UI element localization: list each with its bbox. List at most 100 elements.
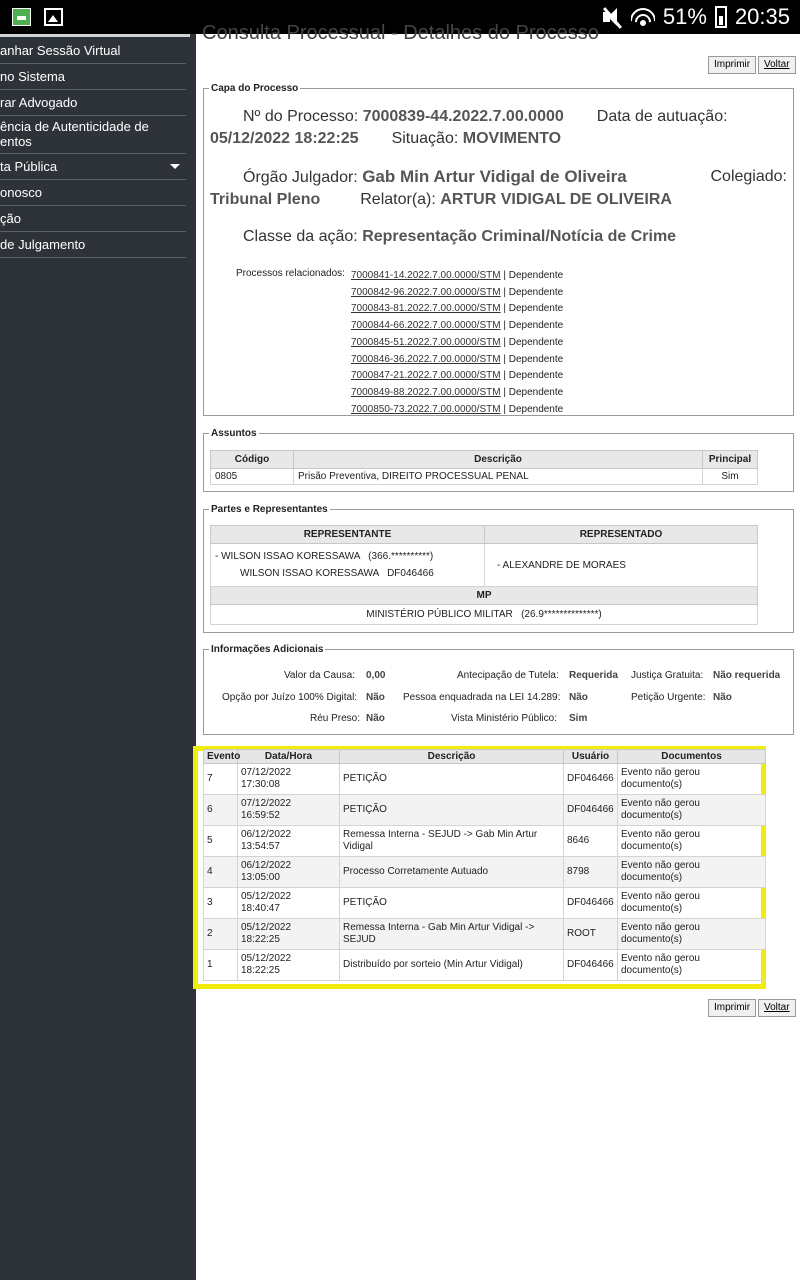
evento-data-hora: 07/12/2022 16:59:52: [237, 794, 340, 826]
evento-data-hora: 05/12/2022 18:22:25: [237, 918, 340, 950]
table-row: 3 05/12/2022 18:40:47 PETIÇÃO DF046466 Event…: [203, 887, 766, 919]
table-row: 6 07/12/2022 16:59:52 PETIÇÃO DF046466 Event…: [203, 794, 766, 826]
col-codigo: Código: [210, 450, 294, 469]
col-descricao: Descrição: [339, 749, 564, 764]
vista-mp-value: Sim: [569, 713, 588, 724]
processo-relacionado-tipo: | Dependente: [503, 353, 564, 365]
processo-relacionado-link[interactable]: 7000844-66.2022.7.00.0000/STM: [351, 320, 501, 331]
sidebar-item-consulta-publica[interactable]: ta Pública: [0, 154, 186, 180]
sidebar-item-conosco[interactable]: onosco: [0, 180, 186, 206]
assunto-descricao: Prisão Preventiva, DIREITO PROCESSUAL PE…: [293, 468, 703, 485]
evento-descricao: PETIÇÃO: [339, 763, 564, 795]
mp-header: MP: [210, 586, 758, 605]
processos-relacionados-list: 7000841-14.2022.7.00.0000/STM | Dependen…: [351, 268, 563, 418]
table-row: 1 05/12/2022 18:22:25 Distribuído por sort…: [203, 949, 766, 981]
vista-mp-label: Vista Ministério Público:: [451, 713, 557, 724]
representante-header: REPRESENTANTE: [210, 525, 485, 544]
sidebar-item-sistema[interactable]: no Sistema: [0, 64, 186, 90]
list-item: 7000849-88.2022.7.00.0000/STM | Dependen…: [351, 385, 563, 402]
list-item: 7000842-96.2022.7.00.0000/STM | Dependen…: [351, 285, 563, 302]
processo-relacionado-link[interactable]: 7000842-96.2022.7.00.0000/STM: [351, 287, 501, 298]
evento-descricao: Remessa Interna - Gab Min Artur Vidigal …: [339, 918, 564, 950]
evento-descricao: Distribuído por sorteio (Min Artur Vidig…: [339, 949, 564, 981]
processo-relacionado-link[interactable]: 7000850-73.2022.7.00.0000/STM: [351, 404, 501, 415]
back-button-bottom[interactable]: Voltar: [758, 999, 796, 1017]
reu-preso-label: Réu Preso:: [310, 713, 361, 724]
evento-numero: 4: [203, 856, 238, 888]
processo-relacionado-link[interactable]: 7000849-88.2022.7.00.0000/STM: [351, 387, 501, 398]
table-row: 7 07/12/2022 17:30:08 PETIÇÃO DF046466 Event…: [203, 763, 766, 795]
col-principal: Principal: [702, 450, 758, 469]
processo-relacionado-link[interactable]: 7000843-81.2022.7.00.0000/STM: [351, 303, 501, 314]
evento-documentos: Evento não gerou documento(s): [617, 856, 766, 888]
evento-data-hora: 05/12/2022 18:22:25: [237, 949, 340, 981]
juizo-digital-value: Não: [366, 692, 385, 703]
evento-documentos: Evento não gerou documento(s): [617, 825, 766, 857]
battery-percent: 51%: [662, 4, 707, 29]
evento-documentos: Evento não gerou documento(s): [617, 794, 766, 826]
evento-usuario: 8798: [563, 856, 618, 888]
tutela-value: Requerida: [569, 670, 618, 681]
evento-usuario: ROOT: [563, 918, 618, 950]
mute-icon: [601, 7, 623, 29]
evento-documentos: Evento não gerou documento(s): [617, 887, 766, 919]
evento-numero: 2: [203, 918, 238, 950]
peticao-urgente-value: Não: [713, 692, 732, 703]
sidebar-item-autenticidade[interactable]: ência de Autenticidade de entos: [0, 116, 186, 154]
evento-usuario: DF046466: [563, 763, 618, 795]
sidebar: anhar Sessão Virtual no Sistema rar Advo…: [0, 34, 196, 1280]
processo-relacionado-link[interactable]: 7000845-51.2022.7.00.0000/STM: [351, 337, 501, 348]
processo-relacionado-tipo: | Dependente: [503, 336, 564, 348]
assunto-principal: Sim: [702, 468, 758, 485]
evento-data-hora: 06/12/2022 13:05:00: [237, 856, 340, 888]
juizo-digital-label: Opção por Juízo 100% Digital:: [222, 692, 358, 703]
col-usuario: Usuário: [563, 749, 618, 764]
processo-relacionado-link[interactable]: 7000847-21.2022.7.00.0000/STM: [351, 370, 501, 381]
table-row: 2 05/12/2022 18:22:25 Remessa Interna - Ga…: [203, 918, 766, 950]
reu-preso-value: Não: [366, 713, 385, 724]
representado-header: REPRESENTADO: [484, 525, 758, 544]
sidebar-item-julgamento[interactable]: de Julgamento: [0, 232, 186, 258]
assuntos-table: Código Descrição Principal 0805 Prisão P…: [210, 450, 758, 485]
lei-14289-value: Não: [569, 692, 588, 703]
evento-usuario: DF046466: [563, 949, 618, 981]
list-item: 7000844-66.2022.7.00.0000/STM | Dependen…: [351, 318, 563, 335]
evento-usuario: 8646: [563, 825, 618, 857]
sidebar-item-advogado[interactable]: rar Advogado: [0, 90, 186, 116]
print-button-top[interactable]: Imprimir: [708, 56, 757, 74]
print-button-bottom[interactable]: Imprimir: [708, 999, 757, 1017]
table-row: 4 06/12/2022 13:05:00 Processo Corretament…: [203, 856, 766, 888]
capa-line-5: Classe da ação: Representação Criminal/N…: [243, 228, 677, 245]
partes-fieldset: Partes e Representantes REPRESENTANTE RE…: [203, 504, 794, 633]
justica-gratuita-value: Não requerida: [713, 670, 781, 681]
mp-cell: MINISTÉRIO PÚBLICO MILITAR (26.9********…: [210, 604, 758, 625]
list-item: 7000846-36.2022.7.00.0000/STM | Dependen…: [351, 352, 563, 369]
app-notification-icon: [12, 8, 31, 26]
page-title: Consulta Processual - Detalhes do Proces…: [202, 22, 599, 44]
processo-relacionado-link[interactable]: 7000841-14.2022.7.00.0000/STM: [351, 270, 501, 281]
assunto-codigo: 0805: [210, 468, 294, 485]
evento-numero: 5: [203, 825, 238, 857]
evento-descricao: Processo Corretamente Autuado: [339, 856, 564, 888]
eventos-highlight: Evento Data/Hora Descrição Usuário Docum…: [193, 746, 766, 989]
processo-relacionado-link[interactable]: 7000846-36.2022.7.00.0000/STM: [351, 354, 501, 365]
capa-line-3: Órgão Julgador: Gab Min Artur Vidigal de…: [243, 167, 787, 186]
table-row: 0805 Prisão Preventiva, DIREITO PROCESSU…: [210, 468, 758, 485]
processo-relacionado-tipo: | Dependente: [503, 303, 564, 315]
representante-cell: - WILSON ISSAO KORESSAWA (366.**********…: [210, 543, 485, 587]
processo-relacionado-tipo: | Dependente: [503, 370, 564, 382]
sidebar-item-cao[interactable]: ção: [0, 206, 186, 232]
evento-numero: 6: [203, 794, 238, 826]
sidebar-item-sessao-virtual[interactable]: anhar Sessão Virtual: [0, 38, 186, 64]
evento-descricao: PETIÇÃO: [339, 887, 564, 919]
capa-line-1: Nº do Processo: 7000839-44.2022.7.00.000…: [243, 108, 728, 125]
col-descricao: Descrição: [293, 450, 703, 469]
assuntos-legend: Assuntos: [211, 428, 257, 439]
evento-numero: 3: [203, 887, 238, 919]
evento-usuario: DF046466: [563, 794, 618, 826]
gallery-icon: [44, 8, 63, 26]
back-button-top[interactable]: Voltar: [758, 56, 796, 74]
evento-data-hora: 05/12/2022 18:40:47: [237, 887, 340, 919]
battery-icon: [714, 6, 727, 28]
processos-relacionados-label: Processos relacionados:: [236, 268, 345, 279]
